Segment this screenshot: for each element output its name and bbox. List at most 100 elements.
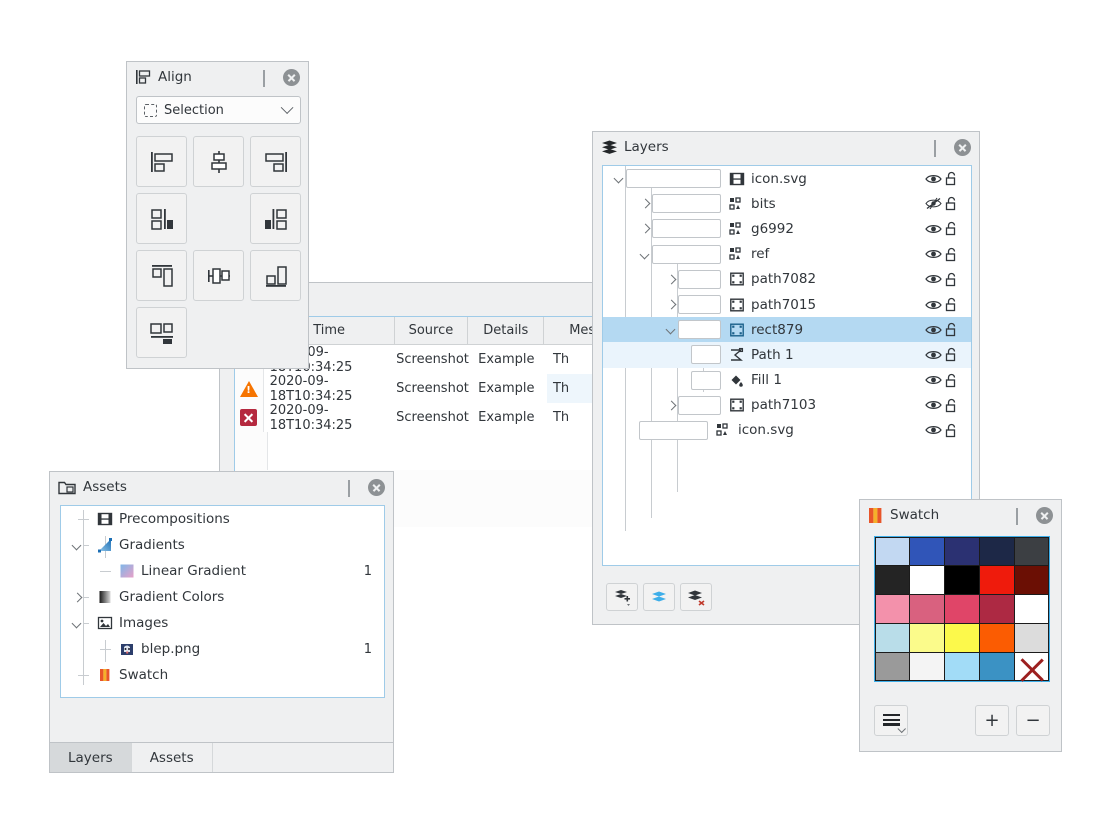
asset-row-gradients[interactable]: Gradients [61, 532, 384, 558]
swatch-color-grid[interactable] [874, 536, 1050, 682]
swatch-cell-0-0[interactable] [874, 536, 911, 567]
tab-layers[interactable]: Layers [50, 743, 132, 772]
lock-open-icon[interactable] [945, 347, 971, 362]
chevron-down-icon[interactable] [613, 172, 626, 185]
swatch-cell-4-0[interactable] [874, 651, 911, 682]
align-relative-right-button[interactable] [250, 193, 301, 244]
close-icon[interactable] [283, 68, 300, 86]
chevron-right-icon[interactable] [665, 298, 678, 311]
asset-row-gradient-colors[interactable]: Gradient Colors [61, 584, 384, 610]
column-header-details[interactable]: Details [468, 317, 545, 344]
layers-titlebar[interactable]: Layers [593, 132, 979, 162]
visibility-eye-icon[interactable] [925, 324, 945, 336]
chevron-down-icon[interactable] [71, 617, 84, 630]
layer-name-field[interactable] [626, 169, 721, 189]
layer-row-g6992[interactable]: g6992 [603, 216, 971, 241]
swatch-cell-3-1[interactable] [909, 622, 946, 653]
layer-row-ref[interactable]: ref [603, 242, 971, 267]
align-button-grid[interactable] [136, 136, 303, 364]
visibility-eye-icon[interactable] [925, 248, 945, 260]
float-diamond-icon[interactable] [934, 139, 947, 157]
layer-name-field[interactable] [678, 269, 721, 289]
layer-name-field[interactable] [678, 320, 721, 340]
lock-open-icon[interactable] [945, 423, 971, 438]
align-relative-to-select[interactable]: Selection [136, 96, 301, 124]
lock-open-icon[interactable] [945, 322, 971, 337]
float-diamond-icon[interactable] [1016, 507, 1029, 525]
chevron-right-icon[interactable] [665, 273, 678, 286]
chevron-down-icon[interactable] [639, 248, 652, 261]
asset-row-blep-png[interactable]: blep.png 1 [61, 636, 384, 662]
swatch-cell-2-4[interactable] [1013, 594, 1050, 624]
swatch-cell-2-0[interactable] [874, 594, 911, 624]
swatch-titlebar[interactable]: Swatch [860, 500, 1061, 530]
layer-row-fill-1[interactable]: Fill 1 [603, 368, 971, 393]
layer-name-field[interactable] [652, 194, 721, 214]
visibility-eye-icon[interactable] [925, 374, 945, 386]
align-bottom-button[interactable] [250, 250, 301, 301]
lock-open-icon[interactable] [945, 398, 971, 413]
swatch-cell-4-1[interactable] [909, 651, 946, 682]
swatch-cell-2-2[interactable] [944, 594, 980, 624]
lock-open-icon[interactable] [945, 171, 971, 186]
swatch-cell-4-3[interactable] [978, 651, 1015, 682]
float-diamond-icon[interactable] [263, 69, 276, 87]
swatch-cell-2-3[interactable] [978, 594, 1015, 624]
swatch-cell-1-3[interactable] [978, 565, 1015, 596]
swatch-toolbar[interactable]: + − [874, 703, 1050, 737]
swatch-cell-3-4[interactable] [1013, 622, 1050, 653]
asset-row-linear-gradient[interactable]: Linear Gradient 1 [61, 558, 384, 584]
table-row[interactable]: 2020-09-18T10:34:25 Screenshot Example T… [235, 403, 652, 433]
swatch-cell-3-2[interactable] [944, 622, 980, 653]
delete-layer-button[interactable] [680, 583, 712, 611]
align-baseline-button[interactable] [136, 307, 187, 358]
lock-open-icon[interactable] [945, 373, 971, 388]
visibility-eye-icon[interactable] [925, 223, 945, 235]
visibility-eye-icon[interactable] [925, 424, 945, 436]
chevron-down-icon[interactable] [280, 100, 294, 114]
panel-tabbar[interactable]: Layers Assets [49, 743, 394, 773]
layer-name-field[interactable] [639, 420, 708, 440]
layer-row-path-1[interactable]: Path 1 [603, 342, 971, 368]
swatch-cell-3-0[interactable] [874, 622, 911, 653]
swatch-menu-button[interactable] [874, 704, 908, 736]
asset-row-images[interactable]: Images [61, 610, 384, 636]
swatch-cell-1-0[interactable] [874, 565, 911, 596]
chevron-down-icon[interactable] [665, 323, 678, 336]
swatch-cell-0-1[interactable] [909, 536, 946, 567]
visibility-eye-icon[interactable] [925, 173, 945, 185]
swatch-cell-1-4[interactable] [1013, 565, 1050, 596]
align-top-button[interactable] [136, 250, 187, 301]
layer-row-icon-svg[interactable]: icon.svg [603, 166, 971, 191]
chevron-right-icon[interactable] [71, 591, 84, 604]
lock-open-icon[interactable] [945, 221, 971, 236]
swatch-cell-0-3[interactable] [978, 536, 1015, 567]
assets-titlebar[interactable]: Assets [50, 472, 393, 502]
visibility-eye-icon[interactable] [925, 399, 945, 411]
align-right-button[interactable] [250, 136, 301, 187]
visibility-eye-icon[interactable] [925, 349, 945, 361]
align-left-button[interactable] [136, 136, 187, 187]
swatch-panel[interactable]: Swatch + − [859, 499, 1062, 752]
chevron-right-icon[interactable] [639, 197, 652, 210]
swatch-cell-4-2[interactable] [944, 651, 980, 682]
align-titlebar[interactable]: Align [127, 62, 308, 92]
layer-row-bits[interactable]: bits [603, 191, 971, 216]
swatch-cell-1-1[interactable] [909, 565, 946, 596]
layer-row-path7082[interactable]: path7082 [603, 267, 971, 292]
layer-row-path7103[interactable]: path7103 [603, 393, 971, 418]
layer-name-field[interactable] [652, 219, 721, 239]
float-diamond-icon[interactable] [348, 479, 361, 497]
visibility-eye-icon[interactable] [925, 299, 945, 311]
align-panel[interactable]: Align Selection [126, 61, 309, 369]
chevron-down-icon[interactable] [71, 539, 84, 552]
lock-open-icon[interactable] [945, 272, 971, 287]
layer-row-icon-svg-2[interactable]: icon.svg [603, 418, 971, 443]
layer-row-path7015[interactable]: path7015 [603, 292, 971, 317]
swatch-add-button[interactable]: + [975, 704, 1009, 736]
lock-open-icon[interactable] [945, 247, 971, 262]
layer-name-field[interactable] [691, 370, 721, 390]
swatch-remove-button[interactable]: − [1016, 704, 1050, 736]
asset-row-swatch[interactable]: Swatch [61, 662, 384, 688]
close-icon[interactable] [1036, 506, 1053, 524]
